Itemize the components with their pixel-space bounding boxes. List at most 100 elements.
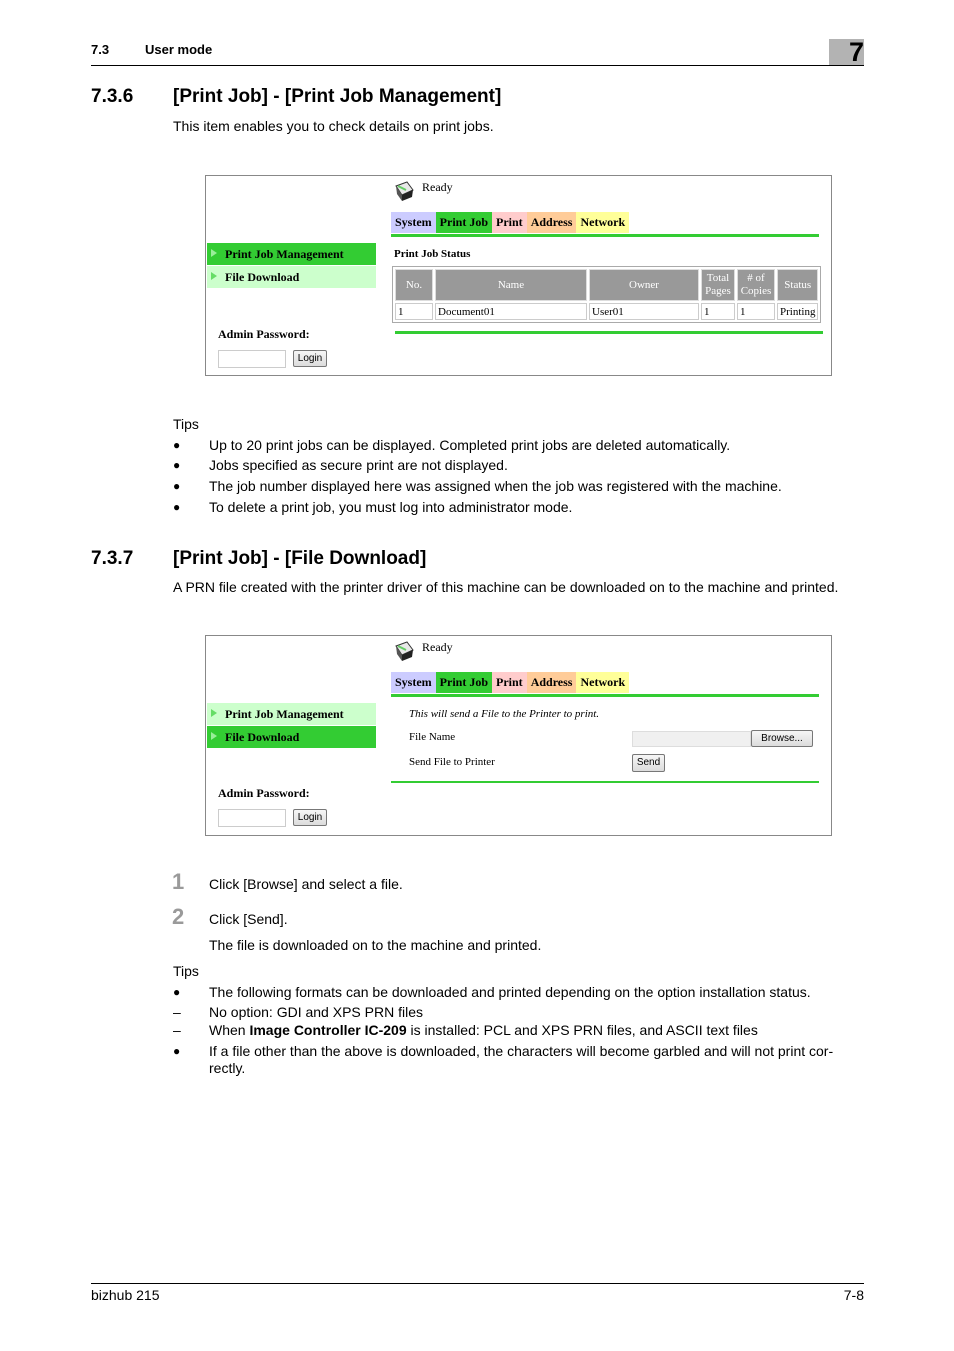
sidebar-item-print-job-management[interactable]: Print Job Management	[207, 703, 376, 725]
sidebar-item-label: Print Job Management	[225, 247, 344, 261]
chapter-number: 7	[848, 37, 864, 67]
arrow-icon	[211, 709, 217, 717]
footer-page-number: 7-8	[843, 1287, 864, 1303]
header-section-title: User mode	[145, 42, 213, 57]
send-button[interactable]: Send	[632, 754, 665, 772]
table-row: 1 Document01 User01 1 1 Printing	[395, 303, 819, 320]
cell-status: Printing	[777, 303, 819, 320]
tip-item: To delete a print job, you must log into…	[209, 499, 573, 515]
dash-icon: –	[173, 1004, 181, 1020]
cell-owner: User01	[589, 303, 699, 320]
print-job-status-title: Print Job Status	[394, 248, 471, 260]
tab-bar: System Print Job Print Address Network	[391, 672, 630, 693]
step-result: The file is downloaded on to the machine…	[209, 937, 542, 953]
tip-item: Jobs specified as secure print are not d…	[209, 457, 508, 473]
tips-label: Tips	[173, 416, 199, 432]
file-name-input[interactable]	[632, 731, 751, 747]
sub-tip-item: When Image Controller IC-209 is installe…	[209, 1022, 758, 1038]
print-job-management-screenshot: Ready System Print Job Print Address Net…	[205, 175, 832, 376]
step-text: Click [Send].	[209, 911, 288, 927]
tab-system[interactable]: System	[391, 672, 436, 693]
step-number: 2	[172, 904, 185, 929]
bullet-icon: ●	[173, 1044, 181, 1058]
footer-product: bizhub 215	[91, 1287, 160, 1303]
file-download-screenshot: Ready System Print Job Print Address Net…	[205, 635, 832, 836]
content-bottom-rule	[391, 781, 819, 783]
header-section-number: 7.3	[91, 42, 110, 57]
admin-password-label: Admin Password:	[218, 327, 310, 341]
sidebar-item-file-download[interactable]: File Download	[207, 726, 376, 748]
tab-network[interactable]: Network	[576, 672, 630, 693]
header-rule	[91, 65, 864, 66]
tip-item: The job number displayed here was assign…	[209, 478, 782, 494]
admin-password-input[interactable]	[218, 809, 286, 827]
tab-bar: System Print Job Print Address Network	[391, 212, 630, 233]
login-button[interactable]: Login	[293, 809, 327, 826]
col-copies: # of Copies	[737, 269, 775, 301]
col-name: Name	[435, 269, 587, 301]
tab-network[interactable]: Network	[576, 212, 630, 233]
status-text: Ready	[422, 180, 453, 194]
section-737-intro: A PRN file created with the printer driv…	[173, 579, 839, 595]
sub-tip-suffix: is installed: PCL and XPS PRN files, and…	[406, 1022, 758, 1038]
bullet-icon: ●	[173, 458, 181, 472]
status-text: Ready	[422, 640, 453, 654]
tips-label: Tips	[173, 963, 199, 979]
sidebar-item-label: File Download	[225, 270, 300, 284]
section-736-intro: This item enables you to check details o…	[173, 118, 494, 134]
sidebar-item-label: Print Job Management	[225, 707, 344, 721]
sidebar-item-label: File Download	[225, 730, 300, 744]
tab-underline	[391, 694, 819, 697]
browse-button[interactable]: Browse...	[751, 730, 813, 747]
section-736-title: [Print Job] - [Print Job Management]	[173, 86, 502, 107]
cell-name: Document01	[435, 303, 587, 320]
tab-address[interactable]: Address	[526, 212, 577, 233]
file-download-note: This will send a File to the Printer to …	[409, 708, 600, 720]
dash-icon: –	[173, 1022, 181, 1038]
tab-print-job[interactable]: Print Job	[435, 672, 493, 693]
footer-rule	[91, 1283, 864, 1284]
sub-tip-prefix: When	[209, 1022, 250, 1038]
tab-print-job[interactable]: Print Job	[435, 212, 493, 233]
arrow-icon	[211, 732, 217, 740]
table-header-row: No. Name Owner Total Pages # of Copies S…	[395, 269, 819, 301]
cell-copies: 1	[737, 303, 775, 320]
tip-item: If a file other than the above is downlo…	[209, 1043, 834, 1059]
admin-password-label: Admin Password:	[218, 786, 310, 800]
tab-print[interactable]: Print	[492, 212, 527, 233]
arrow-icon	[211, 272, 217, 280]
sidebar-item-print-job-management[interactable]: Print Job Management	[207, 243, 376, 265]
tip-item-continued: rectly.	[209, 1060, 246, 1076]
tab-system[interactable]: System	[391, 212, 436, 233]
tab-underline	[391, 234, 819, 237]
content-bottom-rule	[395, 331, 823, 334]
tip-item: Up to 20 print jobs can be displayed. Co…	[209, 437, 731, 453]
col-owner: Owner	[589, 269, 699, 301]
bullet-icon: ●	[173, 438, 181, 452]
tab-print[interactable]: Print	[492, 672, 527, 693]
tip-item: The following formats can be downloaded …	[209, 984, 811, 1000]
sub-tip-item: No option: GDI and XPS PRN files	[209, 1004, 423, 1020]
col-no: No.	[395, 269, 433, 301]
cell-no: 1	[395, 303, 433, 320]
section-737-number: 7.3.7	[91, 548, 134, 569]
print-job-table: No. Name Owner Total Pages # of Copies S…	[392, 266, 822, 323]
step-number: 1	[172, 869, 185, 894]
sub-tip-bold: Image Controller IC-209	[249, 1022, 407, 1038]
section-736-number: 7.3.6	[91, 86, 134, 107]
send-file-label: Send File to Printer	[409, 756, 495, 768]
bullet-icon: ●	[173, 479, 181, 493]
sidebar-item-file-download[interactable]: File Download	[207, 266, 376, 288]
col-status: Status	[777, 269, 819, 301]
bullet-icon: ●	[173, 985, 181, 999]
step-text: Click [Browse] and select a file.	[209, 876, 403, 892]
arrow-icon	[211, 249, 217, 257]
file-name-label: File Name	[409, 731, 456, 743]
login-button[interactable]: Login	[293, 350, 327, 367]
admin-password-input[interactable]	[218, 350, 286, 368]
tab-address[interactable]: Address	[526, 672, 577, 693]
printer-icon	[395, 641, 414, 661]
printer-icon	[395, 181, 414, 201]
bullet-icon: ●	[173, 500, 181, 514]
col-total-pages: Total Pages	[701, 269, 735, 301]
